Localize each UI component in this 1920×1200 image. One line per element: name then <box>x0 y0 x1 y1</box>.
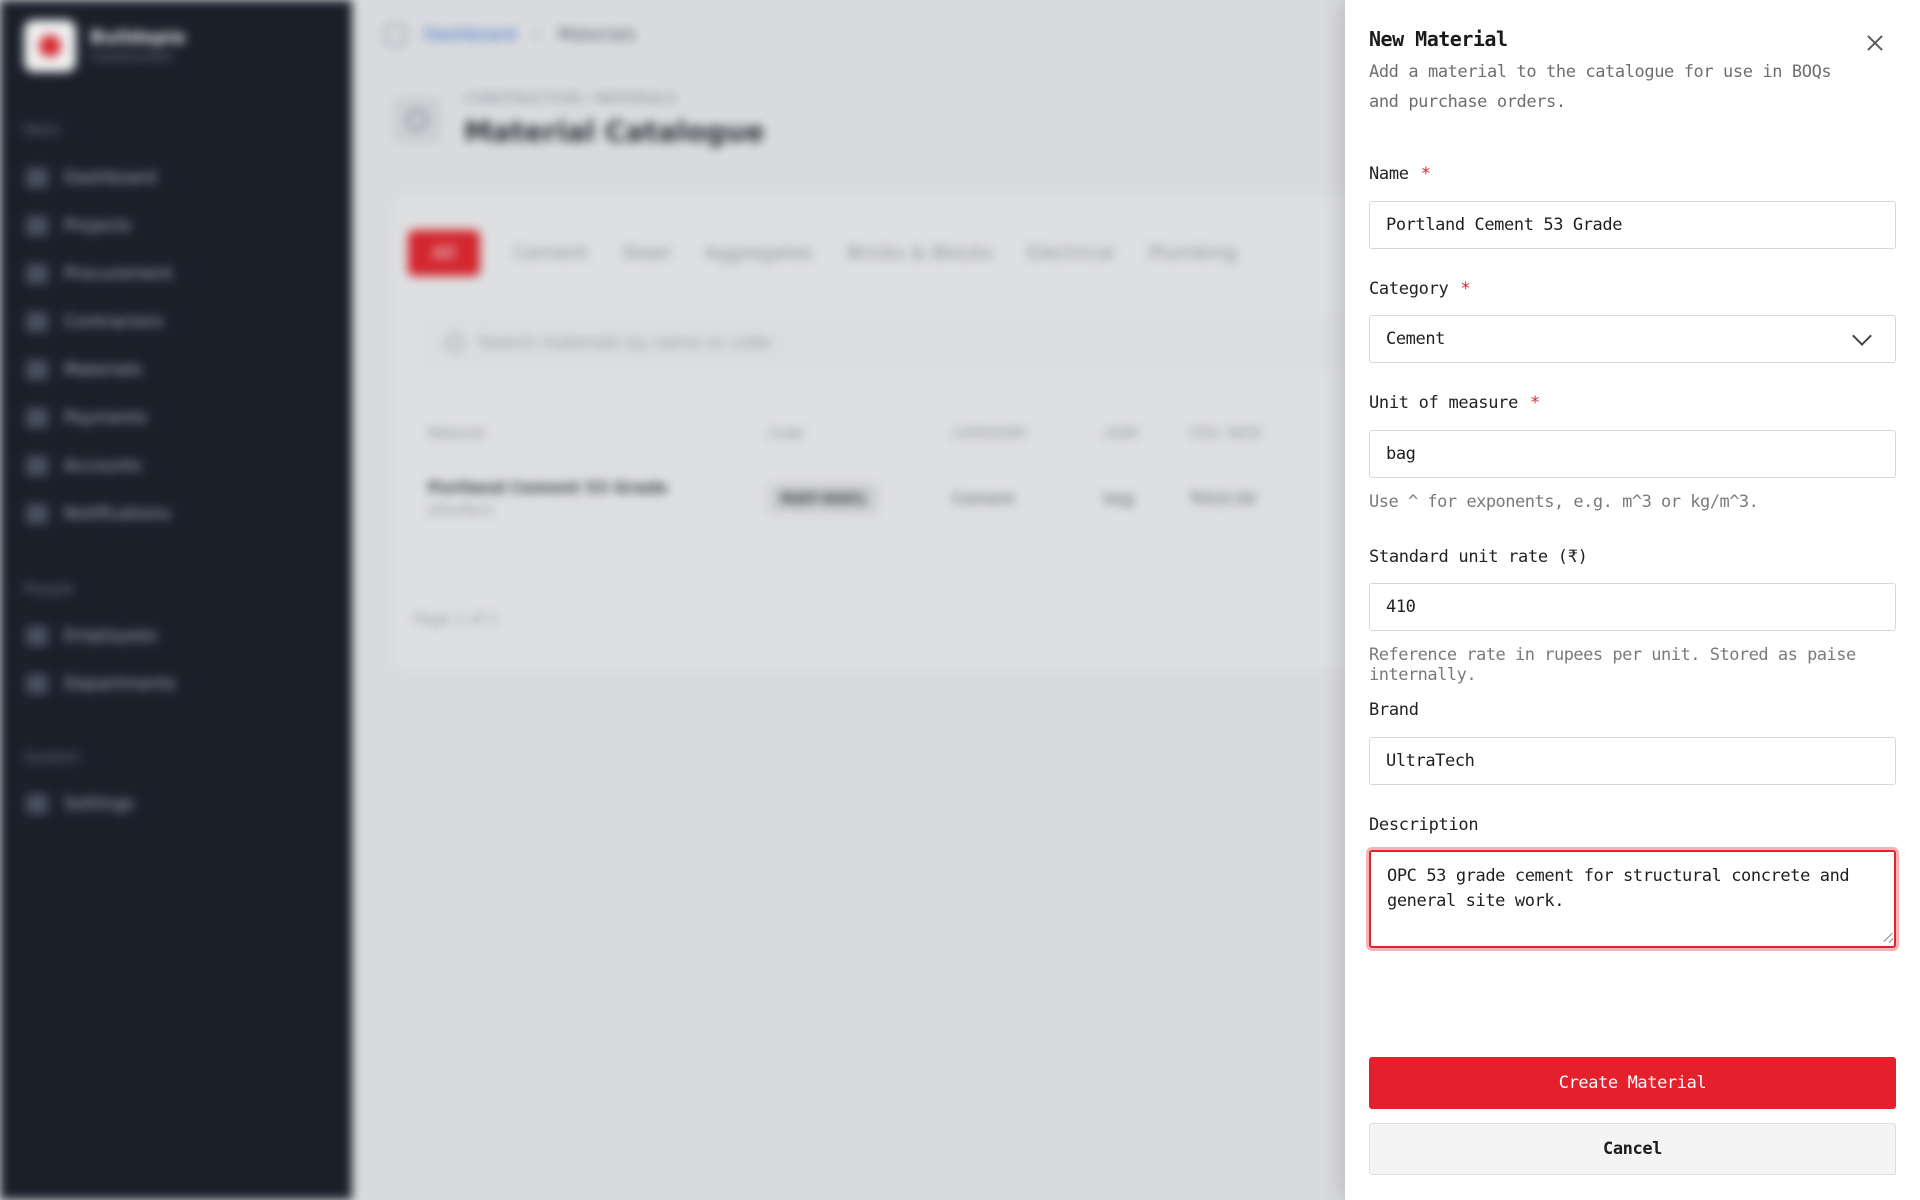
category-select[interactable]: Cement <box>1369 315 1896 363</box>
description-label: Description <box>1369 815 1479 835</box>
uom-input[interactable] <box>1369 430 1896 478</box>
uom-label: Unit of measure * <box>1369 393 1540 413</box>
rate-help-text: Reference rate in rupees per unit. Store… <box>1369 645 1856 685</box>
chevron-down-icon <box>1852 326 1872 346</box>
drawer-title: New Material <box>1369 27 1508 51</box>
new-material-drawer: New Material Add a material to the catal… <box>1345 0 1920 1200</box>
required-mark: * <box>1420 164 1431 184</box>
brand-label: Brand <box>1369 700 1419 720</box>
required-mark: * <box>1460 279 1471 299</box>
cancel-button[interactable]: Cancel <box>1369 1123 1896 1175</box>
category-label: Category * <box>1369 279 1471 299</box>
create-material-button[interactable]: Create Material <box>1369 1057 1896 1109</box>
brand-input[interactable] <box>1369 737 1896 785</box>
category-selected-value: Cement <box>1386 329 1446 349</box>
uom-help-text: Use ^ for exponents, e.g. m^3 or kg/m^3. <box>1369 492 1759 512</box>
name-label: Name * <box>1369 164 1431 184</box>
rate-input[interactable] <box>1369 583 1896 631</box>
rate-label: Standard unit rate (₹) <box>1369 547 1588 567</box>
name-input[interactable] <box>1369 201 1896 249</box>
drawer-description: Add a material to the catalogue for use … <box>1369 62 1832 112</box>
description-textarea[interactable]: OPC 53 grade cement for structural concr… <box>1369 850 1896 948</box>
close-icon[interactable] <box>1860 28 1890 58</box>
required-mark: * <box>1530 393 1540 413</box>
